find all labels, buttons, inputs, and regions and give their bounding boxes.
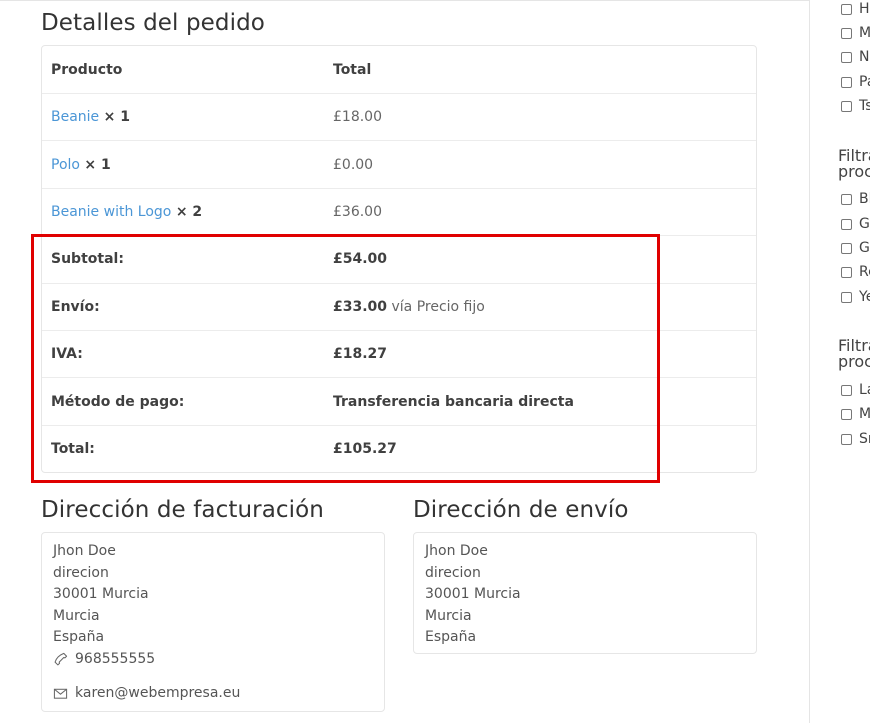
payment-method-label: Método de pago: — [51, 393, 185, 410]
order-total-row: Total: £105.27 — [42, 424, 756, 472]
shipping-postcode-city: 30001 Murcia — [425, 586, 521, 602]
billing-phone-number: 968555555 — [75, 650, 156, 667]
billing-phone: 968555555 — [53, 649, 373, 671]
filter-option[interactable]: M — [841, 25, 870, 41]
checkbox[interactable] — [841, 100, 852, 112]
filter-option[interactable]: Ho — [841, 1, 870, 17]
checkbox[interactable] — [841, 384, 852, 396]
filter-option[interactable]: Ts — [841, 98, 870, 114]
filter-option[interactable]: Sr — [841, 431, 870, 447]
shipping-state: Murcia — [425, 607, 472, 624]
filter-option[interactable]: Pa — [841, 74, 870, 90]
envelope-icon — [53, 689, 68, 699]
shipping-method: vía Precio fijo — [391, 298, 485, 315]
billing-email: karen@webempresa.eu — [53, 683, 373, 705]
order-total-value: £105.27 — [333, 440, 397, 457]
product-total: £18.00 — [333, 109, 382, 126]
checkbox[interactable] — [841, 51, 852, 63]
billing-address-line: direcion — [53, 564, 109, 581]
payment-method-value: Transferencia bancaria directa — [333, 393, 574, 410]
billing-state: Murcia — [53, 607, 100, 624]
billing-postcode-city: 30001 Murcia — [53, 586, 149, 602]
product-link-beanie[interactable]: Beanie — [51, 109, 99, 125]
filter-option[interactable]: Gr — [841, 216, 870, 232]
product-quantity: × 1 — [84, 156, 111, 173]
shipping-address-line: direcion — [425, 564, 481, 581]
checkbox[interactable] — [841, 408, 852, 420]
shipping-country: España — [425, 629, 477, 645]
product-link-polo[interactable]: Polo — [51, 157, 80, 173]
billing-name: Jhon Doe — [53, 543, 116, 559]
billing-address-title: Dirección de facturación — [41, 497, 324, 523]
product-link-beanie-with-logo[interactable]: Beanie with Logo — [51, 204, 171, 220]
checkbox[interactable] — [841, 291, 852, 303]
subtotal-value: £54.00 — [333, 251, 388, 268]
table-row: Beanie with Logo × 2 £36.00 — [42, 187, 756, 235]
table-row: Polo × 1 £0.00 — [42, 140, 756, 187]
tax-value: £18.27 — [333, 346, 388, 363]
filter-option[interactable]: Gr — [841, 240, 870, 256]
shipping-address-title: Dirección de envío — [413, 497, 629, 523]
checkbox[interactable] — [841, 433, 852, 445]
product-quantity: × 1 — [103, 109, 130, 126]
product-total: £0.00 — [333, 156, 374, 173]
filter-option[interactable]: Bl — [841, 191, 870, 207]
filter-heading: Filtra proc — [838, 336, 870, 371]
sidebar-filters: Ho M N Pa Ts Filtra proc Bl Gr Gr Re Ye … — [838, 0, 870, 723]
checkbox[interactable] — [841, 76, 852, 88]
order-details-page: Detalles del pedido Producto Total Beani… — [0, 0, 810, 723]
product-total: £36.00 — [333, 203, 382, 220]
billing-country: España — [53, 629, 105, 645]
tax-row: IVA: £18.27 — [42, 329, 756, 377]
billing-address-card: Jhon Doe direcion 30001 Murcia Murcia Es… — [41, 532, 385, 712]
filter-option[interactable]: M — [841, 406, 870, 422]
shipping-row: Envío: £33.00 vía Precio fijo — [42, 282, 756, 330]
total-column-header: Total — [333, 61, 372, 78]
shipping-address-card: Jhon Doe direcion 30001 Murcia Murcia Es… — [413, 532, 757, 654]
checkbox[interactable] — [841, 27, 852, 39]
order-details-title: Detalles del pedido — [41, 10, 265, 36]
filter-option[interactable]: Re — [841, 264, 870, 280]
checkbox[interactable] — [841, 218, 852, 230]
table-row: Beanie × 1 £18.00 — [42, 93, 756, 140]
checkbox[interactable] — [841, 242, 852, 254]
shipping-label: Envío: — [51, 298, 100, 315]
checkbox[interactable] — [841, 266, 852, 278]
order-details-table: Producto Total Beanie × 1 £18.00 Polo × … — [41, 45, 757, 474]
payment-method-row: Método de pago: Transferencia bancaria d… — [42, 377, 756, 424]
subtotal-label: Subtotal: — [51, 251, 124, 268]
billing-email-address: karen@webempresa.eu — [75, 685, 241, 701]
sidebar-divider — [809, 0, 810, 723]
filter-option[interactable]: La — [841, 382, 870, 398]
checkbox[interactable] — [841, 3, 852, 15]
filter-heading: Filtra proc — [838, 146, 870, 181]
table-header-row: Producto Total — [42, 46, 756, 93]
filter-option[interactable]: N — [841, 49, 869, 65]
shipping-name: Jhon Doe — [425, 543, 488, 559]
subtotal-row: Subtotal: £54.00 — [42, 235, 756, 282]
filter-option[interactable]: Ye — [841, 289, 870, 305]
tax-label: IVA: — [51, 346, 83, 363]
shipping-value: £33.00 — [333, 298, 388, 315]
product-column-header: Producto — [51, 61, 123, 78]
checkbox[interactable] — [841, 193, 852, 205]
product-quantity: × 2 — [175, 203, 203, 220]
order-total-label: Total: — [51, 440, 95, 457]
phone-icon — [54, 652, 68, 666]
